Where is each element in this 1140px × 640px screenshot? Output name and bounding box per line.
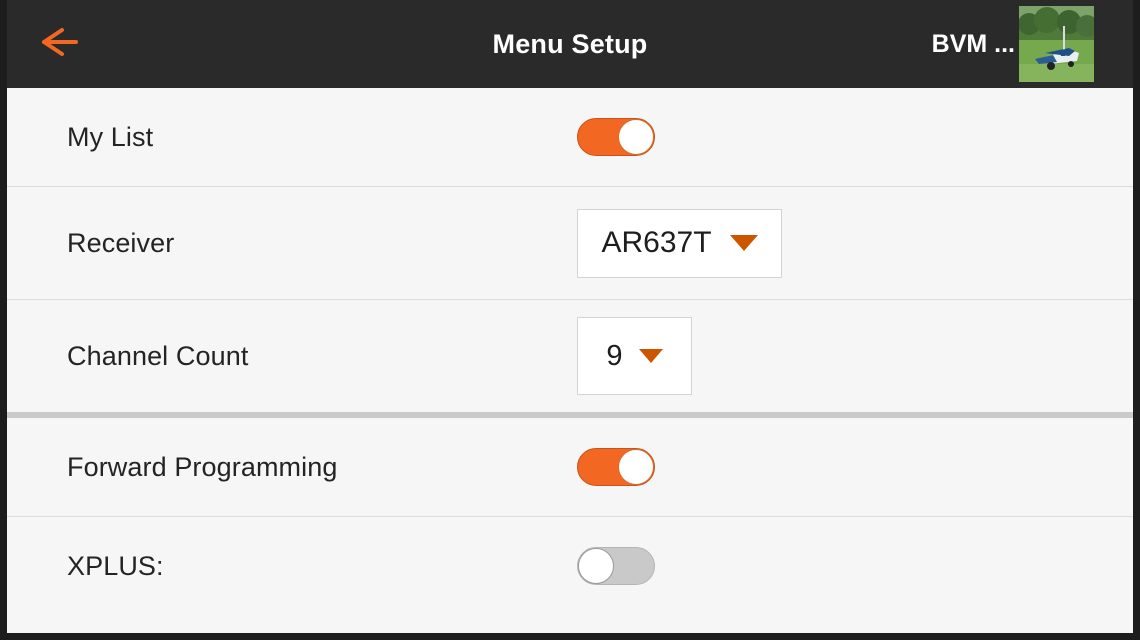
- chevron-down-icon: [729, 235, 758, 251]
- dropdown-channel-count-value: 9: [606, 339, 623, 372]
- row-receiver: Receiver AR637T: [7, 187, 1133, 299]
- toggle-knob: [578, 548, 614, 584]
- toggle-knob: [618, 449, 654, 485]
- toggle-xplus[interactable]: [577, 547, 655, 585]
- row-forward-programming: Forward Programming: [7, 418, 1133, 516]
- dropdown-receiver[interactable]: AR637T: [577, 208, 782, 278]
- row-label-channel-count: Channel Count: [67, 340, 249, 371]
- row-xplus: XPLUS:: [7, 517, 1133, 615]
- row-control-receiver: AR637T: [577, 208, 782, 278]
- device-bezel: Menu Setup BVM ... My List Receiver AR63…: [0, 0, 1140, 640]
- row-channel-count: Channel Count 9: [7, 300, 1133, 412]
- header-bar: Menu Setup BVM ...: [7, 0, 1133, 88]
- row-control-my-list: [577, 118, 655, 156]
- toggle-my-list[interactable]: [577, 118, 655, 156]
- row-control-channel-count: 9: [577, 317, 692, 395]
- row-label-my-list: My List: [67, 121, 154, 152]
- model-photo-thumbnail[interactable]: [1019, 6, 1094, 82]
- toggle-forward-programming[interactable]: [577, 448, 655, 486]
- row-label-xplus: XPLUS:: [67, 550, 164, 581]
- dropdown-channel-count[interactable]: 9: [577, 317, 692, 395]
- row-control-xplus: [577, 547, 655, 585]
- row-label-forward-programming: Forward Programming: [67, 451, 338, 482]
- screen: Menu Setup BVM ... My List Receiver AR63…: [7, 0, 1133, 633]
- settings-list: My List Receiver AR637T Channel Count 9 …: [7, 88, 1133, 615]
- dropdown-receiver-value: AR637T: [601, 226, 712, 259]
- row-my-list: My List: [7, 88, 1133, 186]
- chevron-down-icon: [638, 349, 663, 363]
- row-label-receiver: Receiver: [67, 227, 175, 258]
- toggle-knob: [618, 119, 654, 155]
- row-control-forward-programming: [577, 448, 655, 486]
- model-name-label[interactable]: BVM ...: [932, 30, 1015, 59]
